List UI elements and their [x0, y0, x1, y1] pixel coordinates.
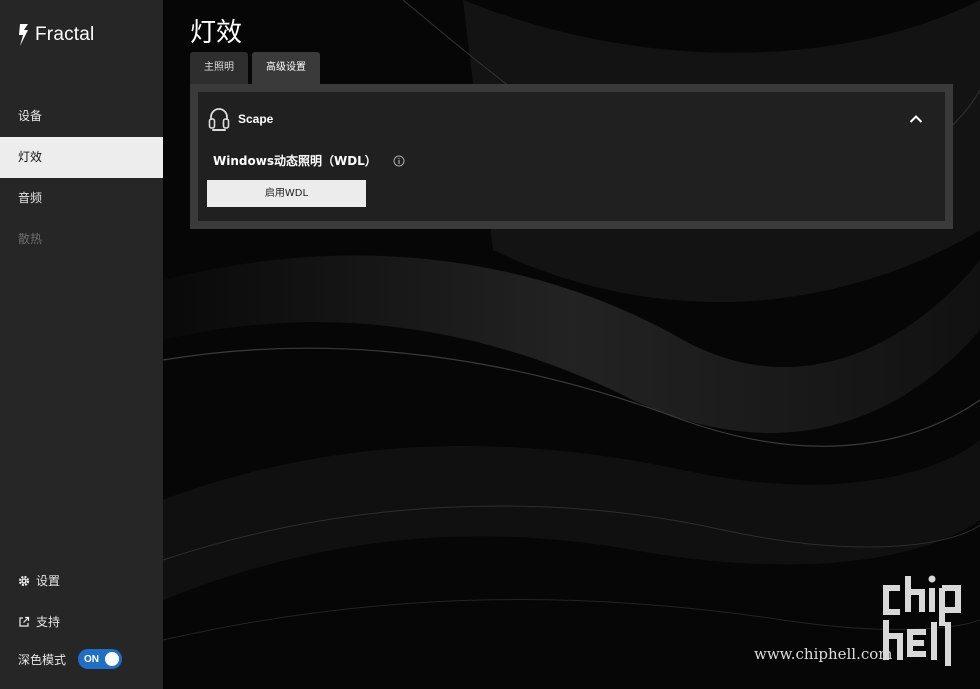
sidebar-item-lighting[interactable]: 灯效: [0, 137, 163, 178]
chiphell-watermark-logo: [883, 575, 961, 666]
tab-bar: 主照明 高级设置: [190, 52, 320, 84]
sidebar-nav: 设备 灯效 音频 散热: [0, 96, 163, 260]
wdl-row: Windows动态照明（WDL）: [213, 152, 405, 169]
chevron-up-icon[interactable]: [909, 114, 923, 124]
fractal-logo: Fractal: [17, 23, 94, 47]
support-label: 支持: [36, 615, 61, 629]
device-panel: Scape Windows动态照明（WDL） 启用WDL: [190, 84, 953, 229]
external-link-icon: [19, 616, 30, 627]
sidebar-item-cooling[interactable]: 散热: [0, 219, 163, 260]
watermark-url: www.chiphell.com: [754, 645, 893, 663]
support-link[interactable]: 支持: [0, 601, 163, 642]
settings-label: 设置: [36, 574, 61, 588]
headset-icon: [208, 108, 230, 131]
sidebar-item-devices[interactable]: 设备: [0, 96, 163, 137]
device-panel-inner: Scape Windows动态照明（WDL） 启用WDL: [198, 92, 945, 221]
sidebar: Fractal 设备 灯效 音频 散热 设置 支持 深色模式 ON: [0, 0, 163, 689]
dark-mode-label: 深色模式: [18, 652, 67, 667]
device-header: Scape: [208, 106, 273, 132]
enable-wdl-button[interactable]: 启用WDL: [207, 180, 366, 207]
fractal-logo-icon: [19, 24, 28, 46]
page-title: 灯效: [190, 18, 243, 48]
info-icon[interactable]: [393, 155, 405, 167]
gear-icon: [18, 575, 30, 586]
wdl-title: Windows动态照明（WDL）: [213, 154, 377, 168]
logo-text: Fractal: [35, 24, 95, 45]
sidebar-item-audio[interactable]: 音频: [0, 178, 163, 219]
tab-main-lighting[interactable]: 主照明: [190, 52, 248, 84]
tab-advanced-settings[interactable]: 高级设置: [252, 52, 320, 84]
dark-mode-toggle[interactable]: ON: [78, 649, 123, 669]
toggle-knob: [105, 652, 120, 666]
dark-mode-row: 深色模式 ON: [0, 642, 163, 676]
dark-mode-toggle-label: ON: [84, 653, 100, 665]
settings-link[interactable]: 设置: [0, 560, 163, 601]
sidebar-bottom: 设置 支持 深色模式 ON: [0, 560, 163, 676]
main-content: 灯效 主照明 高级设置 Scape Windows动态照明（WDL） 启用WDL: [163, 0, 980, 689]
device-name: Scape: [238, 112, 274, 126]
